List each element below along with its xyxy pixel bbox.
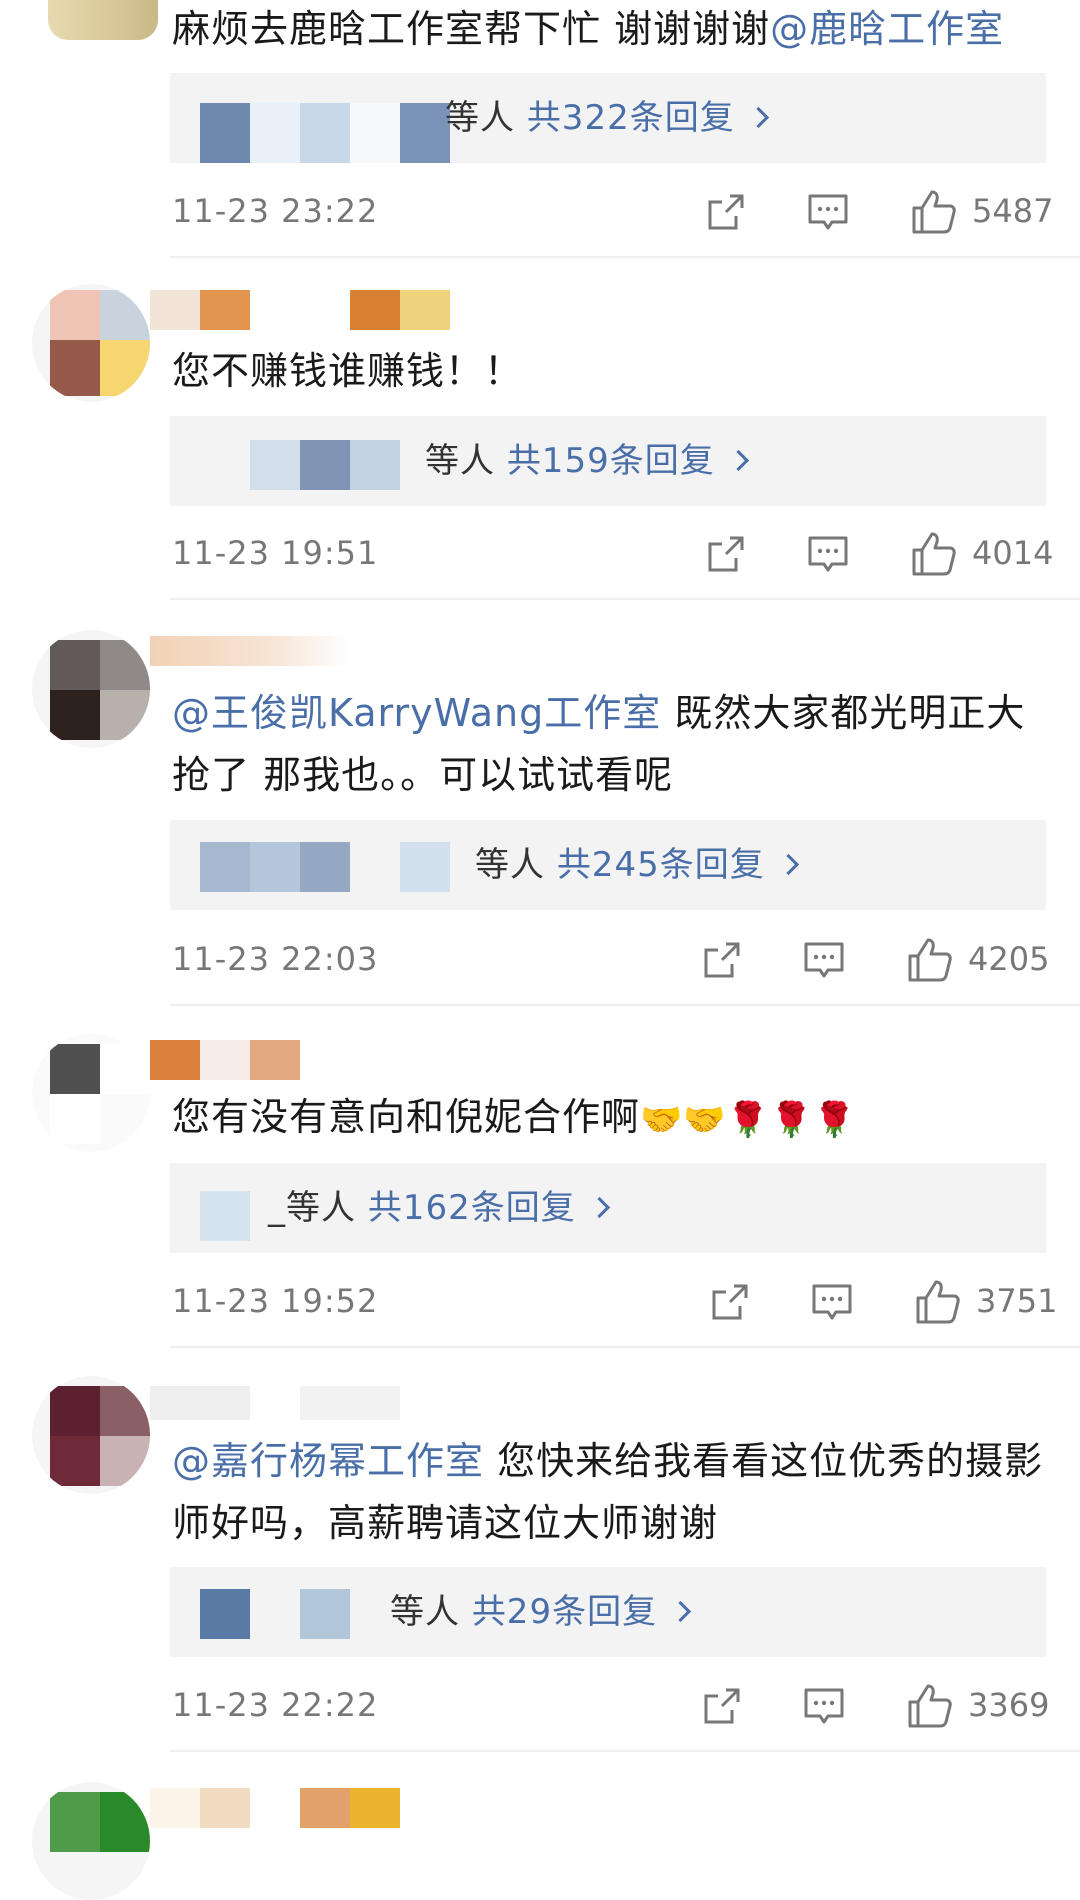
reply-count-link[interactable]: 共162条回复 bbox=[368, 1188, 576, 1228]
thumbs-up-icon[interactable] bbox=[908, 186, 960, 238]
share-icon[interactable] bbox=[704, 1276, 756, 1328]
blurred-avatars bbox=[200, 103, 450, 163]
emoji-sequence: 🤝🤝🌹🌹🌹 bbox=[640, 1099, 857, 1140]
reply-preview[interactable]: _等人 共162条回复 bbox=[170, 1163, 1046, 1253]
blurred-avatars bbox=[200, 440, 450, 490]
reply-preview[interactable]: 等人 共159条回复 bbox=[170, 416, 1046, 506]
thumbs-up-icon[interactable] bbox=[904, 1680, 956, 1732]
avatar[interactable] bbox=[32, 1376, 150, 1494]
comment-icon[interactable] bbox=[802, 528, 854, 580]
thumbs-up-icon[interactable] bbox=[908, 528, 960, 580]
divider bbox=[170, 1750, 1080, 1752]
comment-icon[interactable] bbox=[806, 1276, 858, 1328]
thumbs-up-icon[interactable] bbox=[904, 934, 956, 986]
avatar[interactable] bbox=[32, 630, 150, 748]
chevron-right-icon bbox=[747, 106, 769, 129]
reply-users: 等人 bbox=[425, 441, 495, 481]
reply-count-link[interactable]: 共29条回复 bbox=[472, 1592, 657, 1632]
blurred-username bbox=[150, 1788, 400, 1828]
chevron-right-icon bbox=[777, 853, 799, 876]
reply-count-link[interactable]: 共159条回复 bbox=[507, 441, 715, 481]
comment-text: 您不赚钱谁赚钱！！ bbox=[172, 349, 524, 393]
timestamp: 11-23 22:22 bbox=[172, 1686, 379, 1724]
chevron-right-icon bbox=[727, 449, 749, 472]
like-count: 3369 bbox=[968, 1686, 1050, 1724]
share-icon[interactable] bbox=[696, 1680, 748, 1732]
mention-link[interactable]: @鹿晗工作室 bbox=[770, 7, 1004, 51]
reply-preview[interactable]: 等人 共245条回复 bbox=[170, 820, 1046, 910]
reply-users: 等人 bbox=[390, 1592, 460, 1632]
avatar[interactable] bbox=[32, 1782, 150, 1900]
like-count: 4014 bbox=[972, 534, 1054, 572]
reply-count-link[interactable]: 共322条回复 bbox=[527, 98, 735, 138]
mention-link[interactable]: @嘉行杨幂工作室 bbox=[172, 1439, 484, 1483]
like-count: 4205 bbox=[968, 940, 1050, 978]
blurred-username bbox=[150, 290, 450, 330]
comment-text: 您有没有意向和倪妮合作啊 bbox=[172, 1095, 641, 1139]
comment-icon[interactable] bbox=[802, 186, 854, 238]
divider bbox=[170, 1346, 1080, 1348]
reply-users: 等人 bbox=[445, 98, 515, 138]
blurred-username bbox=[150, 1040, 300, 1080]
divider bbox=[170, 598, 1080, 600]
share-icon[interactable] bbox=[700, 528, 752, 580]
chevron-right-icon bbox=[588, 1196, 610, 1219]
avatar[interactable] bbox=[32, 284, 150, 402]
share-icon[interactable] bbox=[696, 934, 748, 986]
timestamp: 11-23 22:03 bbox=[172, 940, 379, 978]
blurred-username bbox=[150, 1386, 400, 1420]
share-icon[interactable] bbox=[700, 186, 752, 238]
comment-icon[interactable] bbox=[798, 1680, 850, 1732]
avatar[interactable] bbox=[48, 0, 158, 40]
comment-icon[interactable] bbox=[798, 934, 850, 986]
reply-preview[interactable]: 等人 共29条回复 bbox=[170, 1567, 1046, 1657]
blurred-avatars bbox=[200, 1589, 350, 1639]
timestamp: 11-23 23:22 bbox=[172, 192, 379, 230]
chevron-right-icon bbox=[669, 1600, 692, 1623]
divider bbox=[170, 1004, 1080, 1006]
blurred-avatars bbox=[200, 1191, 250, 1241]
timestamp: 11-23 19:52 bbox=[172, 1282, 379, 1320]
mention-link[interactable]: @王俊凯KarryWang工作室 bbox=[172, 691, 661, 735]
timestamp: 11-23 19:51 bbox=[172, 534, 379, 572]
blurred-username bbox=[150, 636, 350, 666]
thumbs-up-icon[interactable] bbox=[912, 1276, 964, 1328]
avatar[interactable] bbox=[32, 1034, 150, 1152]
like-count: 5487 bbox=[972, 192, 1054, 230]
reply-preview[interactable]: 等人 共322条回复 bbox=[170, 73, 1046, 163]
comment-text: 麻烦去鹿晗工作室帮下忙 谢谢谢谢 bbox=[172, 7, 771, 51]
divider bbox=[170, 256, 1080, 258]
reply-users: _等人 bbox=[268, 1188, 356, 1228]
reply-users: 等人 bbox=[475, 845, 545, 885]
blurred-avatars bbox=[200, 842, 450, 892]
reply-count-link[interactable]: 共245条回复 bbox=[557, 845, 765, 885]
like-count: 3751 bbox=[976, 1282, 1058, 1320]
